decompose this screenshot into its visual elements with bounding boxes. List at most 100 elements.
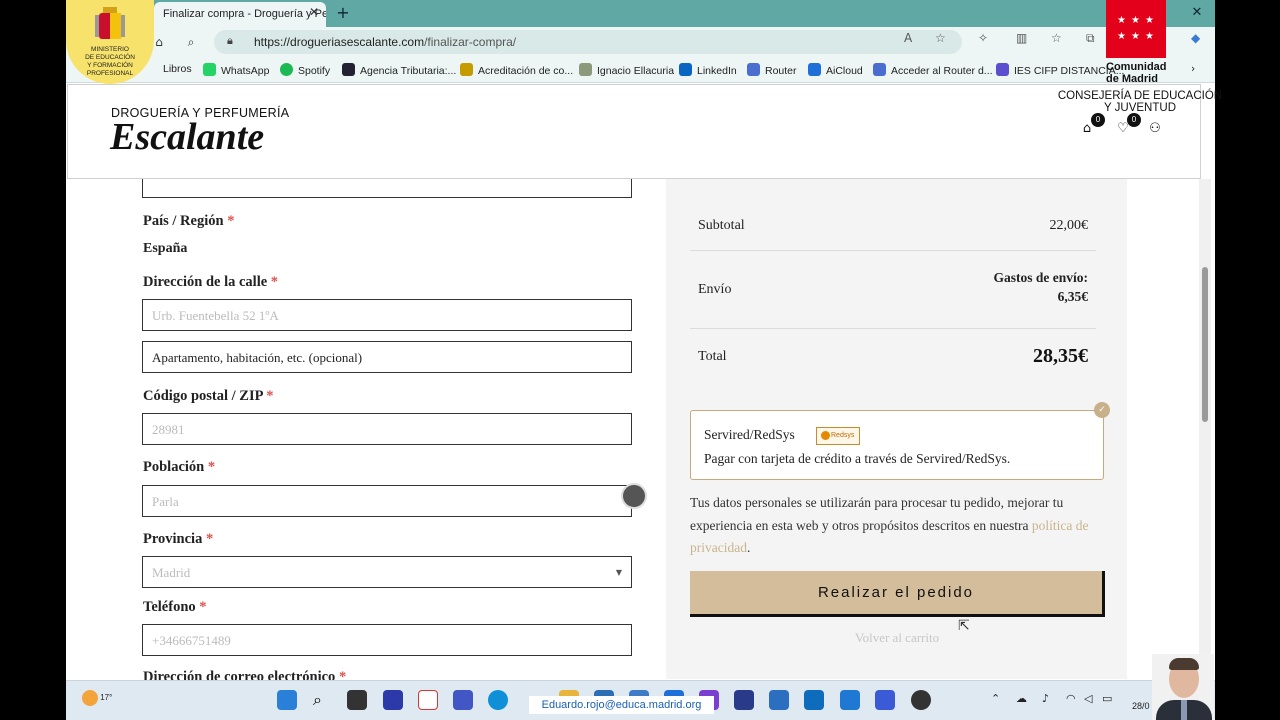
copilot-icon[interactable]: ◆ xyxy=(1191,31,1200,45)
whatsapp-icon xyxy=(203,63,216,76)
acreditacion-icon xyxy=(460,63,473,76)
favorites-icon[interactable]: ☆ xyxy=(1051,31,1062,45)
recorder-icon[interactable] xyxy=(911,690,931,710)
phone-label: Teléfono * xyxy=(143,599,207,615)
window-close-icon[interactable]: ✕ xyxy=(1188,4,1206,22)
bookmark-item[interactable]: WhatsApp xyxy=(203,63,269,77)
read-aloud-icon[interactable]: A xyxy=(904,31,912,45)
meet-icon[interactable] xyxy=(383,690,403,710)
battery-icon[interactable]: ▭ xyxy=(1102,692,1112,705)
street-label: Dirección de la calle * xyxy=(143,274,279,290)
volume-icon[interactable]: ◁ xyxy=(1084,692,1092,705)
browser-tab-bar: Finalizar compra - Droguería y Pe ✕ + ✕ xyxy=(66,0,1215,27)
sun-icon xyxy=(82,690,98,706)
powershell-icon[interactable] xyxy=(734,690,754,710)
weather-widget[interactable]: 17° xyxy=(82,690,112,706)
phone-input[interactable]: +34666751489 xyxy=(142,624,632,656)
chevron-right-icon[interactable]: › xyxy=(1191,63,1195,75)
mouse-pointer-icon: ⇱ xyxy=(958,618,970,634)
edge-browser-icon[interactable] xyxy=(488,690,508,710)
bookmark-item[interactable]: Libros xyxy=(163,63,192,75)
mail-icon[interactable] xyxy=(769,690,789,710)
back-to-cart-link[interactable]: Volver al carrito xyxy=(690,630,1104,646)
shipping-row: Envío Gastos de envío: 6,35€ xyxy=(690,251,1096,329)
subtotal-row: Subtotal 22,00€ xyxy=(690,179,1096,251)
screen: Finalizar compra - Droguería y Pe ✕ + ✕ … xyxy=(66,0,1215,720)
tab-active[interactable]: Finalizar compra - Droguería y Pe xyxy=(154,2,326,27)
new-tab-icon[interactable]: + xyxy=(333,3,353,23)
bookmark-item[interactable]: Router xyxy=(747,63,797,77)
redsys-logo: Redsys xyxy=(816,427,860,445)
bookmark-item[interactable]: Acceder al Router d... xyxy=(873,63,993,77)
order-summary: Subtotal 22,00€ Envío Gastos de envío: 6… xyxy=(666,179,1127,679)
consejeria-label: CONSEJERÍA DE EDUCACIÓN Y JUVENTUD xyxy=(1057,90,1223,114)
zoom-icon[interactable] xyxy=(875,690,895,710)
onedrive-cloud-icon[interactable]: ☁ xyxy=(1016,692,1027,705)
page-scrollbar[interactable] xyxy=(1199,179,1211,679)
comunidad-madrid-name: Comunidad de Madrid xyxy=(1106,61,1167,85)
ies-icon xyxy=(996,63,1009,76)
collections-icon[interactable]: ⧉ xyxy=(1086,31,1095,46)
task-view-icon[interactable] xyxy=(347,690,367,710)
postcode-label: Código postal / ZIP * xyxy=(143,388,274,404)
chevron-up-icon[interactable]: ⌃ xyxy=(991,692,1000,705)
brand-logo[interactable]: Escalante xyxy=(110,115,264,159)
split-screen-icon[interactable]: ▥ xyxy=(1016,31,1027,45)
account-user-icon[interactable]: ⚇ xyxy=(1147,121,1163,139)
comunidad-madrid-flag: ★★★★★★★ xyxy=(1106,0,1166,58)
apartment-input[interactable]: Apartamento, habitación, etc. (opcional) xyxy=(142,341,632,373)
shipping-label: Envío xyxy=(698,282,732,297)
bookmark-item[interactable]: Ignacio Ellacuria xyxy=(579,63,674,77)
privacy-notice: Tus datos personales se utilizarán para … xyxy=(690,495,1089,555)
photos-icon[interactable] xyxy=(840,690,860,710)
payment-method-redsys[interactable]: Servired/RedSys Redsys Pagar con tarjeta… xyxy=(690,410,1104,480)
bookmark-item[interactable]: AiCloud xyxy=(808,63,863,77)
aicloud-icon xyxy=(808,63,821,76)
ellacuria-icon xyxy=(579,63,592,76)
site-header: DROGUERÍA Y PERFUMERÍA Escalante ⌂ 0 ♡ 0… xyxy=(67,84,1201,179)
camera-app-icon[interactable] xyxy=(453,690,473,710)
search-icon[interactable]: ⌕ xyxy=(182,33,200,51)
city-input[interactable]: Parla xyxy=(142,485,632,517)
tab-close-icon[interactable]: ✕ xyxy=(306,4,322,20)
windows-start-icon[interactable] xyxy=(277,690,297,710)
country-value: España xyxy=(143,241,188,256)
lock-icon: 🔒︎ xyxy=(227,34,233,47)
url-path: /finalizar-compra/ xyxy=(424,35,517,49)
bookmarks-bar: Libros WhatsApp Spotify Agencia Tributar… xyxy=(66,57,1215,83)
payment-method-description: Pagar con tarjeta de crédito a través de… xyxy=(704,451,1011,466)
province-select[interactable]: Madrid ▼ xyxy=(142,556,632,588)
spotify-icon xyxy=(280,63,293,76)
outlook-icon[interactable] xyxy=(804,690,824,710)
tab-title: Finalizar compra - Droguería y Pe xyxy=(163,8,326,20)
router-access-icon xyxy=(873,63,886,76)
scrollbar-thumb[interactable] xyxy=(1202,267,1208,422)
total-label: Total xyxy=(698,349,727,364)
bookmark-item[interactable]: Agencia Tributaria:... xyxy=(342,63,456,77)
postcode-input[interactable]: 28981 xyxy=(142,413,632,445)
bookmark-item[interactable]: Spotify xyxy=(280,63,330,77)
favorite-star-icon[interactable]: ☆ xyxy=(935,31,946,45)
check-icon: ✓ xyxy=(1094,402,1110,418)
microphone-icon[interactable]: ♪ xyxy=(1042,692,1049,705)
bookmark-item[interactable]: Acreditación de co... xyxy=(460,63,573,77)
extensions-icon[interactable]: ✧ xyxy=(978,31,988,45)
wifi-icon[interactable]: ◠ xyxy=(1066,692,1076,705)
search-icon[interactable]: ⌕ xyxy=(313,690,333,710)
checkout-content: País / Región * España Dirección de la c… xyxy=(66,166,1215,685)
linkedin-icon xyxy=(679,63,692,76)
place-order-button[interactable]: Realizar el pedido xyxy=(690,571,1105,617)
street-input[interactable]: Urb. Fuentebella 52 1ºA xyxy=(142,299,632,331)
shipping-value: Gastos de envío: 6,35€ xyxy=(993,270,1089,304)
ministerio-logo: MINISTERIO DE EDUCACIÓN Y FORMACIÓN PROF… xyxy=(66,0,154,84)
snipping-tool-icon[interactable] xyxy=(418,690,438,710)
spain-crest-icon xyxy=(95,7,125,39)
payment-method-name: Servired/RedSys xyxy=(704,427,795,442)
url-domain: https://drogueriasescalante.com xyxy=(254,35,425,49)
url-input[interactable]: 🔒︎ https://drogueriasescalante.com/final… xyxy=(214,30,962,54)
agencia-icon xyxy=(342,63,355,76)
country-label: País / Región * xyxy=(143,213,235,229)
city-label: Población * xyxy=(143,459,216,475)
total-row: Total 28,35€ xyxy=(690,329,1096,386)
bookmark-item[interactable]: LinkedIn xyxy=(679,63,737,77)
